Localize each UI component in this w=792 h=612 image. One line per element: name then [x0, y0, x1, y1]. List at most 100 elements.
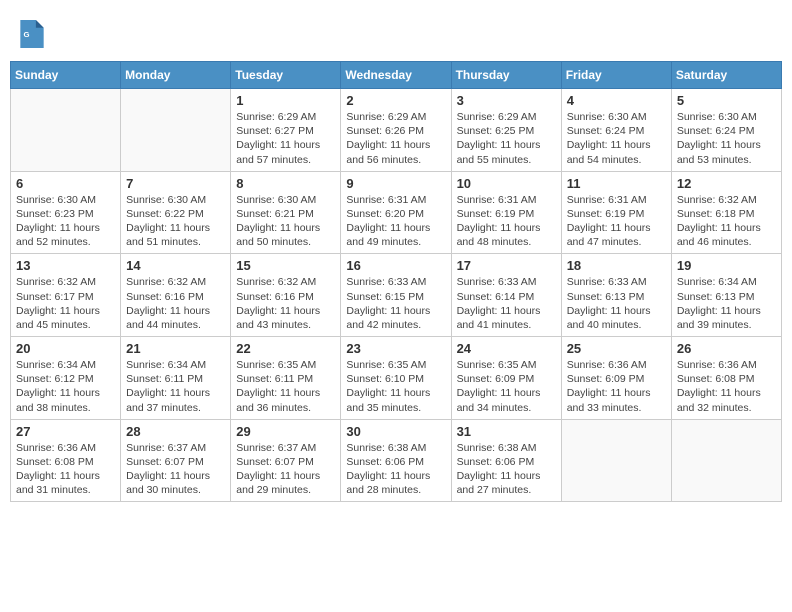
calendar-cell: 1Sunrise: 6:29 AMSunset: 6:27 PMDaylight… [231, 89, 341, 172]
day-info: Sunrise: 6:36 AMSunset: 6:08 PMDaylight:… [677, 358, 776, 415]
day-number: 25 [567, 341, 666, 356]
day-number: 20 [16, 341, 115, 356]
day-number: 5 [677, 93, 776, 108]
weekday-header: Monday [121, 62, 231, 89]
calendar-cell: 12 Sunrise: 6:32 AMSunset: 6:18 PMDayligh… [671, 171, 781, 254]
calendar-cell: 10 Sunrise: 6:31 AMSunset: 6:19 PMDayligh… [451, 171, 561, 254]
day-info: Sunrise: 6:38 AMSunset: 6:06 PMDaylight:… [457, 441, 556, 498]
day-info: Sunrise: 6:37 AMSunset: 6:07 PMDaylight:… [236, 441, 335, 498]
weekday-header: Saturday [671, 62, 781, 89]
day-number: 24 [457, 341, 556, 356]
calendar-cell: 29 Sunrise: 6:37 AMSunset: 6:07 PMDayligh… [231, 419, 341, 502]
calendar-cell: 3Sunrise: 6:29 AMSunset: 6:25 PMDaylight… [451, 89, 561, 172]
day-info: Sunrise: 6:29 AMSunset: 6:26 PMDaylight:… [346, 110, 445, 167]
svg-text:G: G [23, 30, 29, 39]
calendar-cell: 5 Sunrise: 6:30 AMSunset: 6:24 PMDaylight… [671, 89, 781, 172]
calendar-week-row: 13 Sunrise: 6:32 AMSunset: 6:17 PMDayligh… [11, 254, 782, 337]
day-info: Sunrise: 6:36 AMSunset: 6:08 PMDaylight:… [16, 441, 115, 498]
day-number: 12 [677, 176, 776, 191]
day-number: 4 [567, 93, 666, 108]
day-number: 15 [236, 258, 335, 273]
day-number: 7 [126, 176, 225, 191]
day-info: Sunrise: 6:30 AMSunset: 6:24 PMDaylight:… [677, 110, 776, 167]
day-number: 11 [567, 176, 666, 191]
day-number: 16 [346, 258, 445, 273]
day-info: Sunrise: 6:36 AMSunset: 6:09 PMDaylight:… [567, 358, 666, 415]
calendar-cell [11, 89, 121, 172]
calendar-cell: 15 Sunrise: 6:32 AMSunset: 6:16 PMDayligh… [231, 254, 341, 337]
calendar-week-row: 20 Sunrise: 6:34 AMSunset: 6:12 PMDayligh… [11, 337, 782, 420]
day-number: 28 [126, 424, 225, 439]
day-number: 26 [677, 341, 776, 356]
day-info: Sunrise: 6:34 AMSunset: 6:13 PMDaylight:… [677, 275, 776, 332]
day-info: Sunrise: 6:37 AMSunset: 6:07 PMDaylight:… [126, 441, 225, 498]
calendar-cell: 30 Sunrise: 6:38 AMSunset: 6:06 PMDayligh… [341, 419, 451, 502]
weekday-header: Tuesday [231, 62, 341, 89]
day-info: Sunrise: 6:35 AMSunset: 6:09 PMDaylight:… [457, 358, 556, 415]
day-info: Sunrise: 6:32 AMSunset: 6:17 PMDaylight:… [16, 275, 115, 332]
day-number: 21 [126, 341, 225, 356]
calendar-cell: 7Sunrise: 6:30 AMSunset: 6:22 PMDaylight… [121, 171, 231, 254]
calendar-cell: 20 Sunrise: 6:34 AMSunset: 6:12 PMDayligh… [11, 337, 121, 420]
calendar-cell [561, 419, 671, 502]
calendar-cell: 13 Sunrise: 6:32 AMSunset: 6:17 PMDayligh… [11, 254, 121, 337]
calendar-cell: 8Sunrise: 6:30 AMSunset: 6:21 PMDaylight… [231, 171, 341, 254]
page-header: G [10, 10, 782, 53]
logo: G [20, 20, 48, 48]
day-number: 13 [16, 258, 115, 273]
calendar-cell: 19Sunrise: 6:34 AMSunset: 6:13 PMDayligh… [671, 254, 781, 337]
calendar-cell: 25 Sunrise: 6:36 AMSunset: 6:09 PMDayligh… [561, 337, 671, 420]
day-info: Sunrise: 6:31 AMSunset: 6:20 PMDaylight:… [346, 193, 445, 250]
day-info: Sunrise: 6:29 AMSunset: 6:27 PMDaylight:… [236, 110, 335, 167]
day-number: 30 [346, 424, 445, 439]
day-info: Sunrise: 6:34 AMSunset: 6:11 PMDaylight:… [126, 358, 225, 415]
calendar-cell: 17Sunrise: 6:33 AMSunset: 6:14 PMDayligh… [451, 254, 561, 337]
calendar-cell [121, 89, 231, 172]
calendar-cell: 6 Sunrise: 6:30 AMSunset: 6:23 PMDaylight… [11, 171, 121, 254]
day-number: 3 [457, 93, 556, 108]
calendar-cell: 28 Sunrise: 6:37 AMSunset: 6:07 PMDayligh… [121, 419, 231, 502]
day-number: 17 [457, 258, 556, 273]
calendar-cell: 2Sunrise: 6:29 AMSunset: 6:26 PMDaylight… [341, 89, 451, 172]
calendar-cell: 22 Sunrise: 6:35 AMSunset: 6:11 PMDayligh… [231, 337, 341, 420]
calendar-cell: 16 Sunrise: 6:33 AMSunset: 6:15 PMDayligh… [341, 254, 451, 337]
calendar-week-row: 6 Sunrise: 6:30 AMSunset: 6:23 PMDaylight… [11, 171, 782, 254]
calendar-cell [671, 419, 781, 502]
day-info: Sunrise: 6:32 AMSunset: 6:16 PMDaylight:… [126, 275, 225, 332]
day-info: Sunrise: 6:33 AMSunset: 6:15 PMDaylight:… [346, 275, 445, 332]
calendar-cell: 26 Sunrise: 6:36 AMSunset: 6:08 PMDayligh… [671, 337, 781, 420]
day-number: 22 [236, 341, 335, 356]
day-info: Sunrise: 6:30 AMSunset: 6:24 PMDaylight:… [567, 110, 666, 167]
calendar-cell: 21 Sunrise: 6:34 AMSunset: 6:11 PMDayligh… [121, 337, 231, 420]
weekday-header: Thursday [451, 62, 561, 89]
day-info: Sunrise: 6:31 AMSunset: 6:19 PMDaylight:… [567, 193, 666, 250]
calendar-cell: 9 Sunrise: 6:31 AMSunset: 6:20 PMDaylight… [341, 171, 451, 254]
calendar-cell: 11 Sunrise: 6:31 AMSunset: 6:19 PMDayligh… [561, 171, 671, 254]
calendar-cell: 4 Sunrise: 6:30 AMSunset: 6:24 PMDaylight… [561, 89, 671, 172]
day-info: Sunrise: 6:35 AMSunset: 6:10 PMDaylight:… [346, 358, 445, 415]
day-number: 29 [236, 424, 335, 439]
day-info: Sunrise: 6:32 AMSunset: 6:16 PMDaylight:… [236, 275, 335, 332]
day-info: Sunrise: 6:31 AMSunset: 6:19 PMDaylight:… [457, 193, 556, 250]
day-number: 14 [126, 258, 225, 273]
calendar-week-row: 1Sunrise: 6:29 AMSunset: 6:27 PMDaylight… [11, 89, 782, 172]
calendar-week-row: 27Sunrise: 6:36 AMSunset: 6:08 PMDayligh… [11, 419, 782, 502]
day-number: 9 [346, 176, 445, 191]
calendar-cell: 18Sunrise: 6:33 AMSunset: 6:13 PMDayligh… [561, 254, 671, 337]
day-number: 6 [16, 176, 115, 191]
calendar-cell: 27Sunrise: 6:36 AMSunset: 6:08 PMDayligh… [11, 419, 121, 502]
weekday-header: Wednesday [341, 62, 451, 89]
day-number: 10 [457, 176, 556, 191]
day-info: Sunrise: 6:30 AMSunset: 6:21 PMDaylight:… [236, 193, 335, 250]
weekday-header-row: SundayMondayTuesdayWednesdayThursdayFrid… [11, 62, 782, 89]
day-info: Sunrise: 6:30 AMSunset: 6:23 PMDaylight:… [16, 193, 115, 250]
day-number: 31 [457, 424, 556, 439]
day-info: Sunrise: 6:32 AMSunset: 6:18 PMDaylight:… [677, 193, 776, 250]
day-info: Sunrise: 6:38 AMSunset: 6:06 PMDaylight:… [346, 441, 445, 498]
calendar-cell: 24 Sunrise: 6:35 AMSunset: 6:09 PMDayligh… [451, 337, 561, 420]
weekday-header: Sunday [11, 62, 121, 89]
day-info: Sunrise: 6:34 AMSunset: 6:12 PMDaylight:… [16, 358, 115, 415]
day-number: 18 [567, 258, 666, 273]
calendar-table: SundayMondayTuesdayWednesdayThursdayFrid… [10, 61, 782, 502]
day-info: Sunrise: 6:35 AMSunset: 6:11 PMDaylight:… [236, 358, 335, 415]
